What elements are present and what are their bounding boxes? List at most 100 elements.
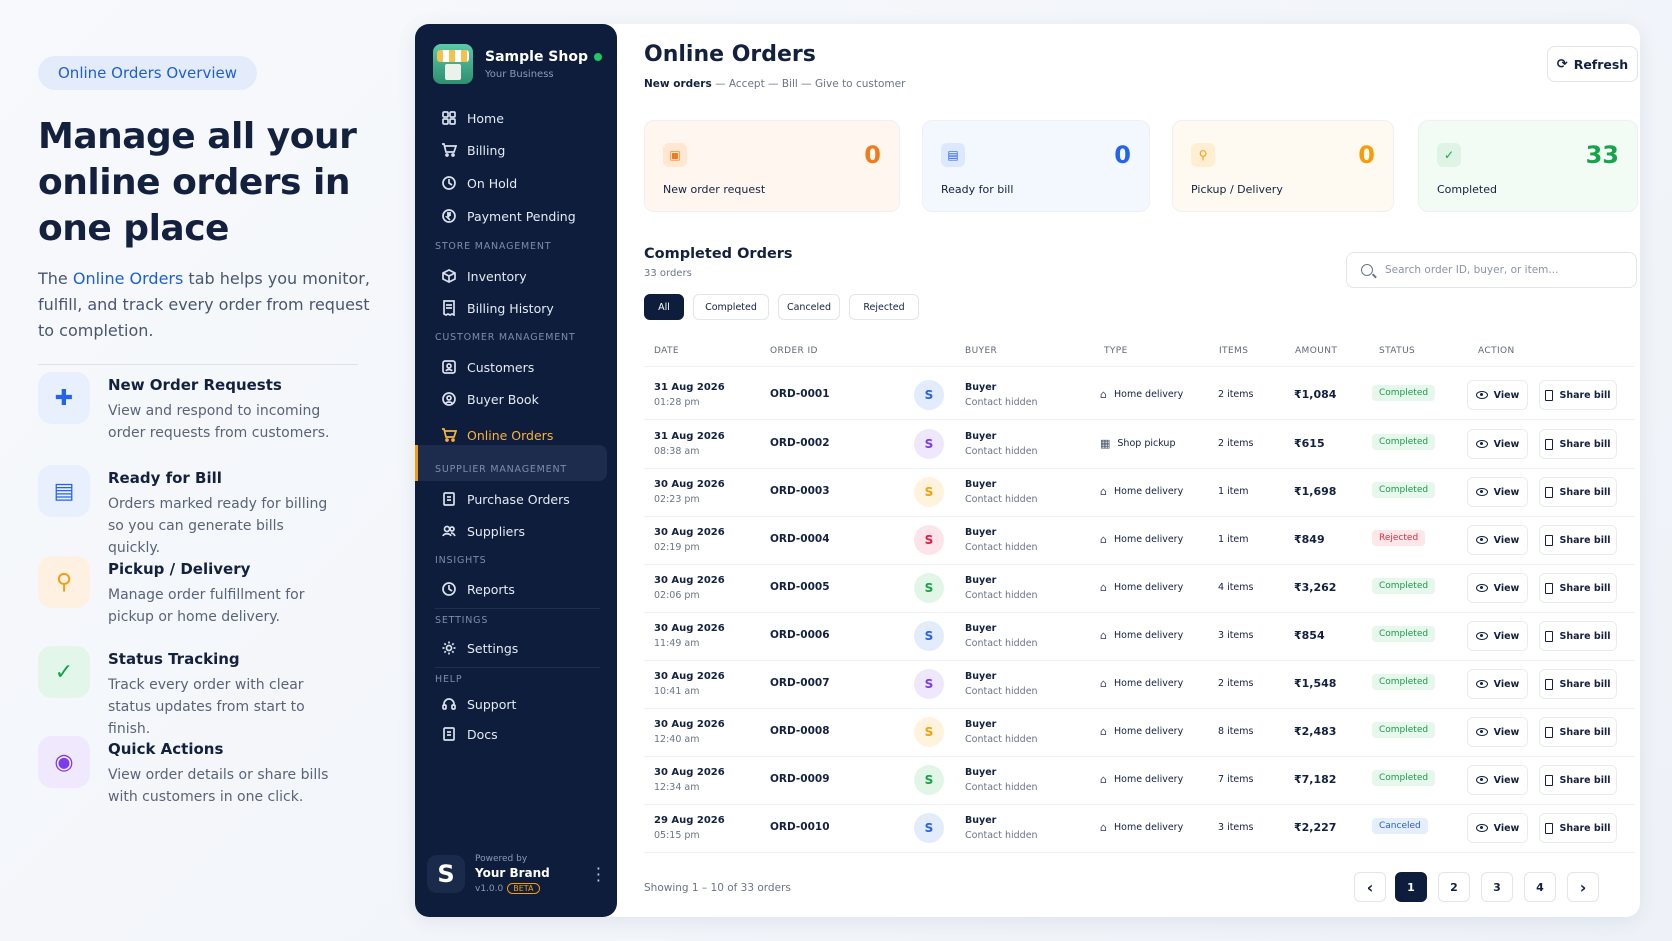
eye-icon [1475,680,1488,688]
order-date: 30 Aug 2026 [654,671,725,682]
table-row: 30 Aug 2026 02:06 pm ORD-0005 S Buyer Contact… [644,565,1634,613]
order-date: 30 Aug 2026 [654,575,725,586]
order-type-label: Home delivery [1113,630,1184,641]
order-date: 30 Aug 2026 [654,527,725,538]
share-label: Share bill [1559,389,1611,401]
filter-rejected[interactable]: Rejected [849,294,919,320]
share-bill-button[interactable]: Share bill [1539,621,1617,651]
feature-desc: View and respond to incoming order reque… [108,403,330,441]
stat-card[interactable]: ✓ Completed 33 [1418,120,1638,212]
beta-badge: BETA [507,883,540,894]
view-button[interactable]: View [1467,573,1528,603]
sidebar-item-docs[interactable]: Docs [441,726,498,742]
sidebar-item-on-hold[interactable]: On Hold [441,175,517,191]
shop-header[interactable]: Sample Shop Your Business [433,44,602,84]
refresh-button[interactable]: ⟳ Refresh [1547,46,1638,82]
avatar: S [914,669,944,699]
home-icon: ⌂ [1100,485,1107,498]
buyer-contact: Contact hidden [965,446,1038,457]
view-button[interactable]: View [1467,765,1528,795]
stat-label: Ready for bill [941,183,1014,196]
table-row: 30 Aug 2026 02:19 pm ORD-0004 S Buyer Contact… [644,517,1634,565]
search-icon [1361,264,1373,276]
sidebar-item-payment-pending[interactable]: Payment Pending [441,208,576,224]
page-button[interactable]: 1 [1395,872,1427,902]
stat-card[interactable]: ▣ New order request 0 [644,120,900,212]
view-label: View [1493,726,1520,738]
view-button[interactable]: View [1467,621,1528,651]
share-label: Share bill [1559,630,1611,642]
status-badge: Canceled [1372,818,1428,834]
sidebar-item-suppliers[interactable]: Suppliers [441,523,525,539]
purchase-order-icon [443,492,455,506]
order-type: ⌂ Home delivery [1100,677,1183,690]
share-bill-button[interactable]: Share bill [1539,477,1617,507]
sidebar-item-billing[interactable]: Billing [441,142,505,158]
prev-page-button[interactable]: ‹ [1354,872,1386,902]
sidebar-item-customers[interactable]: Customers [441,359,534,375]
gear-icon [442,641,456,655]
share-bill-button[interactable]: Share bill [1539,573,1617,603]
version: v1.0.0 BETA [475,883,550,894]
sidebar-item-buyer-book[interactable]: Buyer Book [441,391,539,407]
buyer-contact: Contact hidden [965,494,1038,505]
view-button[interactable]: View [1467,477,1528,507]
order-type-label: Home delivery [1113,678,1184,689]
sidebar-item-reports[interactable]: Reports [441,581,515,597]
share-bill-button[interactable]: Share bill [1539,429,1617,459]
share-label: Share bill [1559,774,1611,786]
share-bill-button[interactable]: Share bill [1539,380,1617,410]
share-bill-button[interactable]: Share bill [1539,669,1617,699]
sidebar-item-billing-history[interactable]: Billing History [441,300,554,316]
document-icon [1545,774,1554,786]
sidebar-item-settings[interactable]: Settings [441,640,518,656]
order-amount: ₹849 [1294,533,1325,546]
view-button[interactable]: View [1467,669,1528,699]
filter-all[interactable]: All [644,294,684,320]
share-bill-button[interactable]: Share bill [1539,525,1617,555]
view-button[interactable]: View [1467,525,1528,555]
order-type: ⌂ Home delivery [1100,485,1183,498]
sidebar-item-support[interactable]: Support [441,696,516,712]
stat-card[interactable]: ▤ Ready for bill 0 [922,120,1150,212]
sidebar-item-inventory[interactable]: Inventory [441,268,527,284]
next-page-button[interactable]: › [1567,872,1599,902]
avatar: S [914,380,944,410]
search-input[interactable]: Search order ID, buyer, or item... [1346,252,1637,288]
order-amount: ₹3,262 [1294,581,1337,594]
filter-completed[interactable]: Completed [693,294,769,320]
share-bill-button[interactable]: Share bill [1539,765,1617,795]
avatar: S [914,573,944,603]
order-id: ORD-0005 [770,581,830,593]
share-bill-button[interactable]: Share bill [1539,717,1617,747]
item-count: 2 items [1218,389,1254,400]
order-type-label: Home delivery [1113,774,1184,785]
view-button[interactable]: View [1467,813,1528,843]
active-nav-highlight [415,445,607,481]
view-button[interactable]: View [1467,717,1528,747]
sidebar-item-home[interactable]: Home [441,110,504,126]
page-button[interactable]: 4 [1524,872,1556,902]
sidebar-item-purchase-orders[interactable]: Purchase Orders [441,491,570,507]
status-badge: Completed [1372,385,1436,401]
eye-icon [1475,776,1488,784]
stat-card[interactable]: ⚲ Pickup / Delivery 0 [1172,120,1394,212]
share-label: Share bill [1559,534,1611,546]
share-bill-button[interactable]: Share bill [1539,813,1617,843]
status-badge: Completed [1372,434,1436,450]
buyer-name: Buyer [965,767,997,778]
page-button[interactable]: 3 [1481,872,1513,902]
view-button[interactable]: View [1467,380,1528,410]
order-type-label: Home delivery [1113,534,1184,545]
feature-item: ✓ Status Tracking Track every order with c… [38,646,378,740]
intro-link: Online Orders [72,269,184,288]
more-vertical-icon[interactable]: · · · [596,861,601,889]
item-count: 1 item [1218,486,1249,497]
page-button[interactable]: 2 [1438,872,1470,902]
item-count: 7 items [1218,774,1254,785]
order-amount: ₹7,182 [1294,773,1337,786]
view-button[interactable]: View [1467,429,1528,459]
table-row: 29 Aug 2026 05:15 pm ORD-0010 S Buyer Contact… [644,805,1634,853]
sidebar-item-online-orders[interactable]: Online Orders [441,427,553,443]
filter-canceled[interactable]: Canceled [778,294,840,320]
